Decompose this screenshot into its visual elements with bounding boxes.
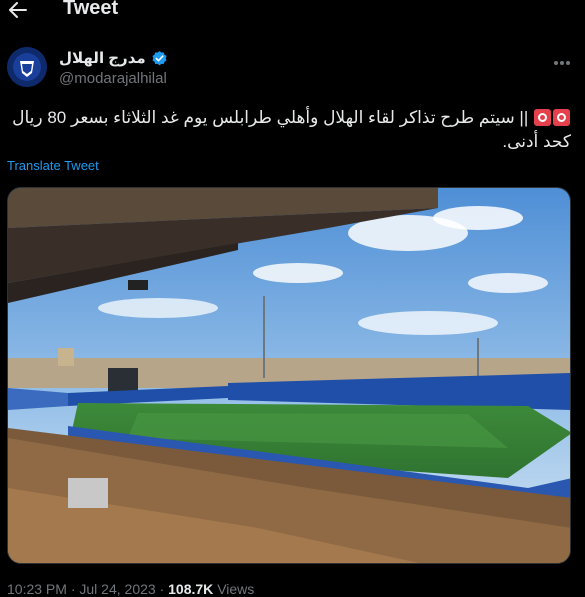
tweet-text-line-1: || سيتم طرح تذاكر لقاء الهلال وأهلي طراب…	[12, 108, 529, 127]
more-icon[interactable]	[552, 56, 572, 68]
views-count: 108.7K	[168, 581, 214, 597]
siren-emoji-icon	[534, 109, 551, 126]
club-logo-icon	[7, 47, 47, 87]
meta-separator: ·	[70, 581, 76, 597]
stadium-photo	[8, 188, 570, 563]
page-title: Tweet	[63, 0, 119, 19]
verified-badge-icon	[151, 50, 168, 67]
tweet-meta: 10:23 PM · Jul 24, 2023 · 108.7K Views	[7, 581, 254, 597]
tweet-time[interactable]: 10:23 PM	[7, 581, 67, 597]
siren-emoji-icon	[553, 109, 570, 126]
tweet-date[interactable]: Jul 24, 2023	[79, 581, 155, 597]
avatar[interactable]	[7, 47, 47, 87]
tweet-photo[interactable]	[7, 187, 571, 564]
author-name-row[interactable]: مدرج الهلال	[59, 49, 168, 67]
back-arrow-icon[interactable]	[8, 0, 28, 20]
top-bar: Tweet	[0, 0, 585, 24]
tweet-text-line-2: كحد أدنى.	[502, 132, 571, 151]
tweet-text: || سيتم طرح تذاكر لقاء الهلال وأهلي طراب…	[11, 106, 571, 154]
translate-tweet-link[interactable]: Translate Tweet	[7, 158, 99, 173]
author-handle[interactable]: @modarajalhilal	[59, 70, 167, 87]
meta-separator: ·	[159, 581, 165, 597]
author-display-name[interactable]: مدرج الهلال	[59, 49, 146, 67]
views-label: Views	[217, 581, 255, 597]
